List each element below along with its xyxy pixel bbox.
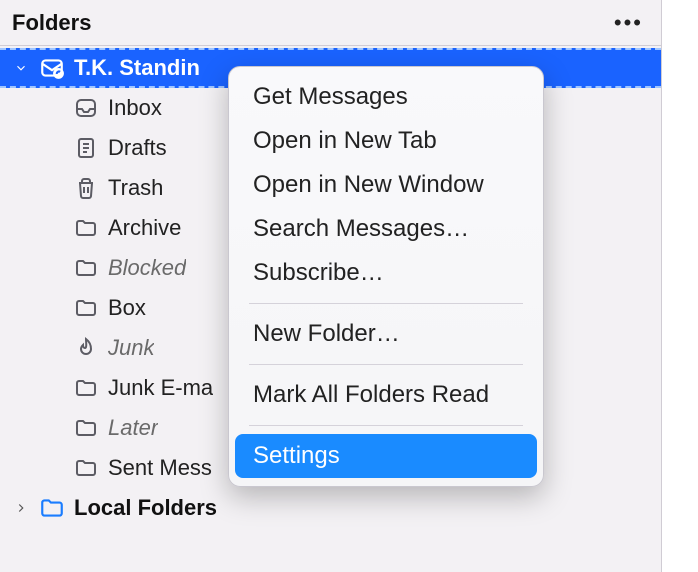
folder-label: Junk [108, 335, 154, 361]
kebab-menu-icon[interactable]: ••• [608, 6, 649, 40]
folder-label: Inbox [108, 95, 162, 121]
menu-item[interactable]: Open in New Tab [235, 119, 537, 163]
local-folder-icon [38, 494, 66, 522]
folder-icon [72, 454, 100, 482]
folder-icon [72, 214, 100, 242]
chevron-right-icon[interactable] [12, 501, 30, 515]
folder-icon [72, 294, 100, 322]
menu-separator [249, 303, 523, 304]
menu-separator [249, 364, 523, 365]
menu-item[interactable]: New Folder… [235, 312, 537, 356]
menu-item[interactable]: Mark All Folders Read [235, 373, 537, 417]
menu-item[interactable]: Get Messages [235, 75, 537, 119]
folder-icon [72, 254, 100, 282]
account-context-menu: Get MessagesOpen in New TabOpen in New W… [228, 66, 544, 487]
junk-icon [72, 334, 100, 362]
menu-item[interactable]: Open in New Window [235, 163, 537, 207]
mail-account-icon [38, 54, 66, 82]
folder-label: Sent Mess [108, 455, 212, 481]
inbox-icon [72, 94, 100, 122]
menu-separator [249, 425, 523, 426]
content-pane [662, 0, 698, 572]
folder-label: Drafts [108, 135, 167, 161]
local-folders-label: Local Folders [74, 495, 217, 521]
chevron-down-icon[interactable] [12, 61, 30, 75]
folder-label: Later [108, 415, 158, 441]
folder-label: Box [108, 295, 146, 321]
drafts-icon [72, 134, 100, 162]
folder-label: Blocked [108, 255, 186, 281]
trash-icon [72, 174, 100, 202]
folder-icon [72, 414, 100, 442]
local-folders-row[interactable]: Local Folders [0, 488, 661, 528]
panel-title: Folders [12, 10, 91, 36]
folder-label: Archive [108, 215, 181, 241]
menu-item[interactable]: Subscribe… [235, 251, 537, 295]
folder-icon [72, 374, 100, 402]
folder-label: Junk E-ma [108, 375, 213, 401]
menu-item[interactable]: Settings [235, 434, 537, 478]
menu-item[interactable]: Search Messages… [235, 207, 537, 251]
folder-label: Trash [108, 175, 163, 201]
